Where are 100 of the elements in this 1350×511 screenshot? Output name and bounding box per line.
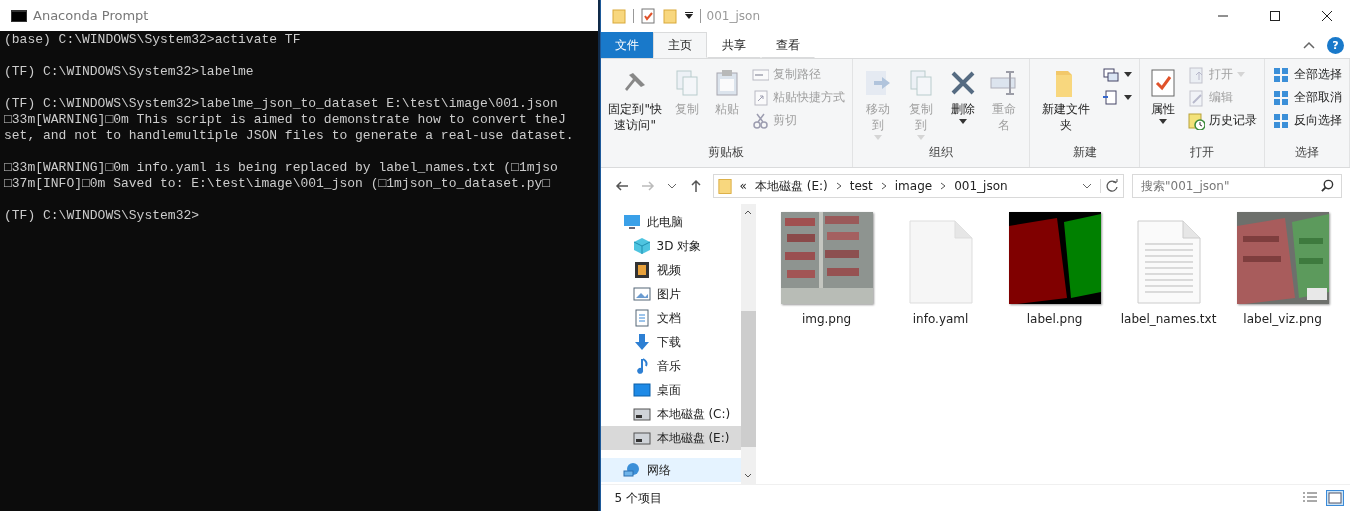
nav-item[interactable]: 图片 (600, 282, 741, 306)
close-icon[interactable] (1321, 10, 1333, 22)
chevron-icon[interactable] (940, 182, 947, 190)
download-icon (632, 333, 651, 351)
edit-icon (1187, 88, 1205, 107)
console-line: (TF) C:\WINDOWS\System32>labelme_json_to_dataset E:\test\image\001.json (4, 96, 558, 111)
ribbon-button[interactable]: 历史记录 (1184, 109, 1260, 132)
group-label: 组织 (928, 144, 954, 161)
breadcrumb[interactable]: 001_json (954, 179, 1008, 193)
caret-icon (917, 135, 925, 140)
help-button[interactable]: ? (1327, 36, 1344, 54)
history-icon (1187, 111, 1205, 130)
nav-item[interactable]: 下载 (600, 330, 741, 354)
chevron-icon[interactable] (835, 182, 842, 190)
caret-icon (1124, 95, 1132, 100)
console-line: □33m[WARNING]□0m This script is aimed to demonstrate how to convert theJ (4, 112, 566, 127)
ribbon-button[interactable]: 全部选择 (1269, 63, 1345, 86)
grid-icon (1272, 88, 1290, 107)
computer-icon (622, 213, 641, 231)
scroll-thumb[interactable] (740, 311, 756, 447)
nav-item[interactable]: 3D 对象 (600, 234, 741, 258)
file-item[interactable]: label_viz.png (1225, 212, 1340, 326)
drive-icon (632, 405, 651, 423)
group-label: 选择 (1294, 144, 1320, 161)
checklist-icon[interactable] (639, 8, 656, 24)
overflow-button[interactable]: « (739, 179, 747, 193)
file-name: label.png (1026, 312, 1083, 326)
item-count: 5 个项目 (614, 489, 662, 507)
console-line: □37m[INFO]□0m Saved to: E:\test\image\001_json (□1mjson_to_dataset.py□ (4, 176, 551, 191)
breadcrumb[interactable]: 本地磁盘 (E:) (754, 177, 828, 195)
scroll-down-icon[interactable] (744, 473, 753, 478)
film-icon (632, 261, 651, 279)
caret-icon (1159, 119, 1167, 124)
ribbon-button[interactable]: 新建文件夹 (1034, 63, 1097, 137)
caret-icon (1124, 72, 1132, 77)
caret-icon (958, 119, 967, 124)
nav-item[interactable]: 文档 (600, 306, 741, 330)
nav-item[interactable]: 音乐 (600, 354, 741, 378)
ribbon-button[interactable]: 固定到"快速访问" (604, 63, 666, 137)
file-tab[interactable]: 文件 (600, 32, 653, 58)
ribbon-button[interactable]: 删除 (943, 63, 982, 128)
caret-icon[interactable] (683, 11, 694, 21)
text-file-icon (1136, 220, 1201, 304)
folder-icon (717, 177, 732, 195)
collapse-icon[interactable] (1303, 41, 1315, 49)
file-item[interactable]: info.yaml (883, 212, 998, 326)
console-line: (TF) C:\WINDOWS\System32>labelme (4, 64, 254, 79)
nav-item[interactable]: 网络 (600, 458, 741, 482)
file-name: img.png (801, 312, 852, 326)
terminal-icon (11, 9, 27, 22)
desktop-icon (632, 381, 651, 399)
image-icon (632, 285, 651, 303)
chevron-icon[interactable] (880, 182, 887, 190)
document-icon (632, 309, 651, 327)
search-icon (1321, 179, 1334, 192)
group-label: 剪贴板 (707, 144, 746, 161)
caret-icon (873, 135, 882, 140)
nav-item[interactable]: 此电脑 (600, 210, 741, 234)
nav-item[interactable]: 视频 (600, 258, 741, 282)
ribbon-button[interactable]: 反向选择 (1269, 109, 1345, 132)
group-label: 打开 (1189, 144, 1215, 161)
nav-item[interactable]: 本地磁盘 (C:) (600, 402, 741, 426)
nav-item[interactable]: 桌面 (600, 378, 741, 402)
search-field[interactable]: 搜索"001_json" (1132, 174, 1342, 198)
thumbnail-view-icon[interactable] (1326, 490, 1344, 506)
blank-file-icon (908, 220, 973, 304)
group-label: 新建 (1071, 144, 1098, 161)
console-line: (TF) C:\WINDOWS\System32> (4, 208, 200, 223)
maximize-icon[interactable] (1269, 10, 1281, 22)
drive-icon (632, 429, 651, 447)
window-title: Anaconda Prompt (33, 8, 149, 23)
file-item[interactable]: img.png (769, 212, 884, 326)
breadcrumb[interactable]: image (894, 179, 933, 193)
scissors-icon (750, 111, 769, 130)
ribbon-tab[interactable]: 主页 (652, 32, 707, 58)
file-name: label_names.txt (1120, 312, 1217, 326)
address-bar[interactable]: « 本地磁盘 (E:) test image 001_json (712, 174, 1124, 198)
file-item[interactable]: label.png (997, 212, 1112, 326)
scrollbar[interactable] (740, 204, 756, 484)
new-item-icon (1102, 65, 1120, 84)
ribbon-button[interactable]: 全部取消 (1269, 86, 1345, 109)
back-icon[interactable] (614, 179, 629, 193)
grid-icon (1272, 111, 1290, 130)
console-line: □33m[WARNING]□0m info.yaml is being replaced by label_names.txt (□1mjso (4, 160, 558, 175)
scroll-up-icon[interactable] (744, 210, 753, 215)
grid-icon (1272, 65, 1290, 84)
page-icon (1102, 88, 1120, 107)
window-title: 001_json (706, 9, 760, 23)
open-icon (1187, 65, 1205, 84)
cube-icon (632, 237, 651, 255)
globe-icon (622, 461, 641, 479)
file-name: label_viz.png (1243, 312, 1322, 326)
refresh-icon[interactable] (1100, 179, 1119, 193)
nav-item[interactable]: 本地磁盘 (E:) (600, 426, 741, 450)
ribbon-button[interactable]: 属性 (1144, 63, 1182, 128)
file-item[interactable]: label_names.txt (1111, 212, 1226, 326)
console-line: set, and not to handlemultiple JSON files to generate a real-use dataset. (4, 128, 574, 143)
console-line: (base) C:\WINDOWS\System32>activate TF (4, 32, 301, 47)
file-name: info.yaml (912, 312, 969, 326)
breadcrumb[interactable]: test (849, 179, 873, 193)
